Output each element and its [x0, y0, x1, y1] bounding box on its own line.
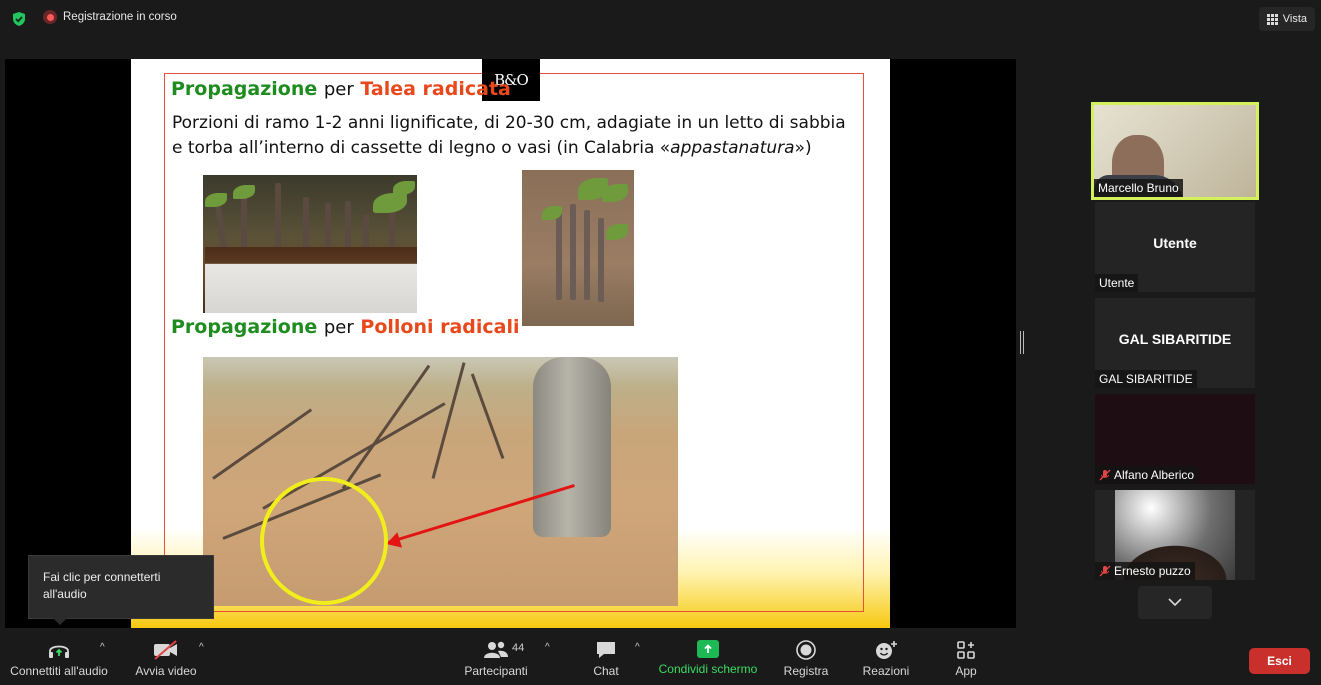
presentation-slide: B&O Propagazione per Talea radicata Porz…	[131, 59, 890, 628]
participant-tile-alfano-alberico[interactable]: Alfano Alberico	[1095, 394, 1255, 484]
rooted-cuttings-photo	[522, 170, 634, 326]
participant-name: Alfano Alberico	[1095, 466, 1199, 484]
view-label: Vista	[1282, 13, 1307, 25]
meeting-window: Registrazione in corso Vista B&O Propaga…	[0, 0, 1321, 685]
start-video-button[interactable]: Avvia video	[133, 628, 199, 685]
slide-body-text: Porzioni di ramo 1-2 anni lignificate, d…	[172, 113, 846, 158]
panel-resize-handle[interactable]	[1020, 331, 1024, 354]
shield-check-icon[interactable]	[11, 11, 27, 27]
mic-muted-icon	[1099, 565, 1111, 577]
chat-icon	[597, 642, 615, 658]
top-bar: Registrazione in corso Vista	[0, 0, 1321, 38]
recording-indicator[interactable]: Registrazione in corso	[43, 10, 177, 24]
record-icon	[796, 640, 816, 660]
video-options-caret-icon[interactable]: ^	[199, 642, 204, 653]
recording-label: Registrazione in corso	[63, 11, 177, 23]
slide-heading-2: Propagazione per Polloni radicali	[171, 316, 520, 338]
participant-tile-ernesto-puzzo[interactable]: Ernesto puzzo	[1095, 490, 1255, 580]
headphones-icon	[49, 645, 69, 658]
record-button[interactable]: Registra	[782, 628, 830, 685]
participants-button[interactable]: Partecipanti	[462, 628, 530, 685]
participant-tile-marcello-bruno[interactable]: Marcello Bruno	[1091, 102, 1259, 200]
participant-name: Utente	[1095, 274, 1139, 292]
mic-muted-icon	[1099, 469, 1111, 481]
shared-screen[interactable]: B&O Propagazione per Talea radicata Porz…	[5, 59, 1016, 628]
cuttings-pot-photo	[203, 175, 417, 313]
view-button[interactable]: Vista	[1258, 7, 1315, 31]
chat-button[interactable]: Chat	[590, 628, 622, 685]
participant-name: Marcello Bruno	[1094, 179, 1183, 197]
record-dot-icon	[43, 10, 57, 24]
root-suckers-photo	[203, 357, 678, 606]
chevron-down-icon	[1168, 598, 1182, 607]
emoji-add-icon	[876, 641, 897, 659]
share-screen-icon	[697, 640, 719, 658]
video-off-icon	[154, 640, 177, 660]
slide-heading-1: Propagazione per Talea radicata	[171, 78, 511, 100]
connect-audio-button[interactable]: Connettiti all'audio	[9, 628, 109, 685]
participants-options-caret-icon[interactable]: ^	[545, 642, 550, 653]
grid-view-icon	[1266, 13, 1278, 25]
highlight-circle	[260, 477, 388, 605]
participants-count: 44	[512, 642, 525, 654]
audio-tooltip: Fai clic per connetterti all'audio	[28, 555, 214, 625]
gallery-next-button[interactable]	[1138, 586, 1212, 619]
participant-tile-gal-sibaritide[interactable]: GAL SIBARITIDE GAL SIBARITIDE	[1095, 298, 1255, 388]
chat-options-caret-icon[interactable]: ^	[635, 642, 640, 653]
leave-button[interactable]: Esci	[1249, 648, 1310, 674]
share-screen-button[interactable]: Condividi schermo	[657, 628, 759, 685]
apps-icon	[957, 641, 975, 659]
participant-name: GAL SIBARITIDE	[1095, 370, 1197, 388]
participants-icon	[484, 641, 508, 658]
reactions-button[interactable]: Reazioni	[860, 628, 912, 685]
participant-tile-utente[interactable]: Utente Utente	[1095, 202, 1255, 292]
bottom-toolbar: Connettiti all'audio ^ Avvia video ^ Par…	[0, 628, 1321, 685]
audio-options-caret-icon[interactable]: ^	[100, 642, 105, 653]
participant-name: Ernesto puzzo	[1095, 562, 1195, 580]
apps-button[interactable]: App	[950, 628, 982, 685]
